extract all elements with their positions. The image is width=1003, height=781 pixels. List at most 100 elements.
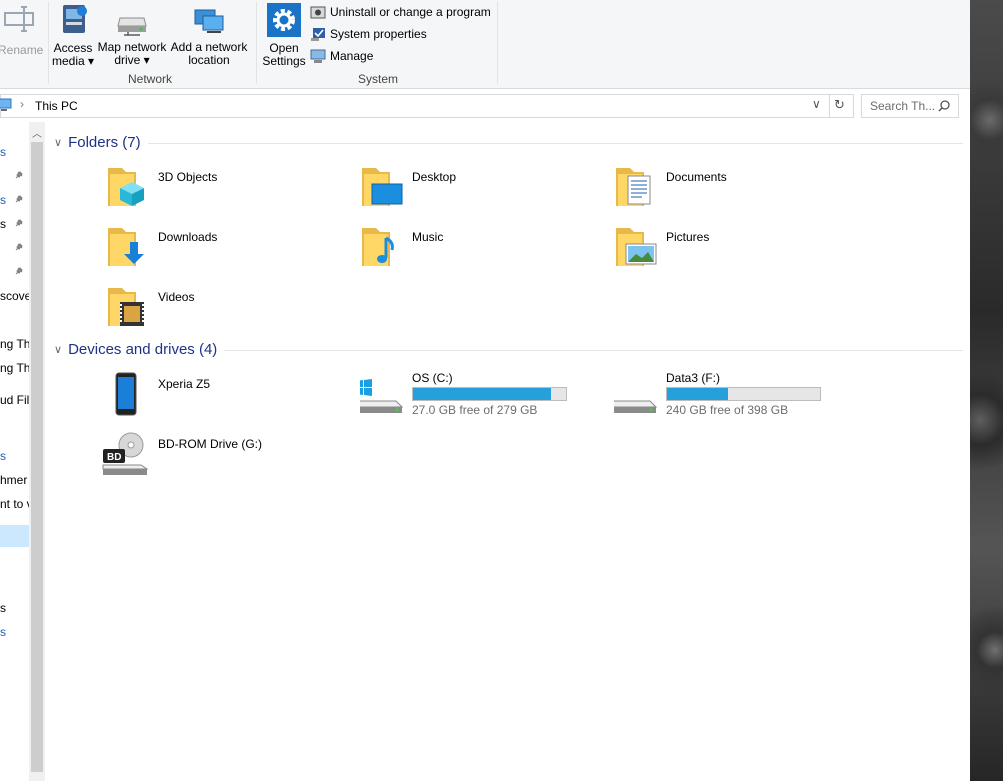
3d-objects-folder-icon: [108, 168, 144, 206]
file-explorer-window: Rename Access media ▾ Map network drive …: [0, 0, 970, 781]
access-media-button[interactable]: Access media ▾: [50, 3, 96, 68]
folder-name: 3D Objects: [158, 170, 218, 184]
drive-name: BD-ROM Drive (G:): [158, 437, 262, 451]
devices-header-text: Devices and drives (4): [68, 341, 218, 358]
nav-scrollbar-thumb[interactable]: [31, 142, 43, 772]
nav-item[interactable]: s: [0, 601, 6, 615]
chevron-down-icon[interactable]: ∨: [54, 343, 62, 356]
folders-header-text: Folders (7): [68, 134, 141, 151]
nav-item[interactable]: s: [0, 145, 6, 159]
uninstall-program-button[interactable]: Uninstall or change a program: [310, 2, 491, 22]
desktop-background: [970, 0, 1003, 781]
drive-name: OS (C:): [412, 371, 453, 385]
search-icon[interactable]: [938, 100, 950, 112]
nav-scrollbar[interactable]: ︿: [29, 122, 45, 781]
access-media-label-2: media ▾: [51, 54, 95, 68]
uninstall-label: Uninstall or change a program: [330, 5, 491, 19]
drive-free-space: 27.0 GB free of 279 GB: [412, 403, 538, 417]
rename-label: Rename: [0, 43, 44, 57]
nav-item[interactable]: ud Fil: [0, 393, 29, 407]
nav-item[interactable]: s: [0, 193, 6, 207]
pin-icon[interactable]: [14, 194, 24, 204]
folder-name: Music: [412, 230, 444, 244]
nav-item[interactable]: s: [0, 449, 6, 463]
device-name: Xperia Z5: [158, 377, 211, 391]
ribbon: Rename Access media ▾ Map network drive …: [0, 0, 970, 89]
phone-icon: [115, 372, 137, 416]
folder-name: Pictures: [666, 230, 710, 244]
refresh-icon[interactable]: ↻: [834, 97, 845, 113]
search-input[interactable]: Search Th...: [870, 99, 935, 113]
address-divider: [829, 95, 830, 117]
manage-button[interactable]: Manage: [310, 46, 373, 66]
chevron-down-icon[interactable]: ∨: [54, 136, 62, 149]
open-settings-button[interactable]: Open Settings: [260, 3, 308, 68]
folder-videos[interactable]: Videos: [106, 284, 346, 338]
nav-item-selected-this-pc[interactable]: [0, 525, 30, 547]
folder-documents[interactable]: Documents: [614, 164, 854, 218]
pin-icon[interactable]: [14, 266, 24, 276]
system-properties-button[interactable]: System properties: [310, 24, 427, 44]
uninstall-icon: [310, 6, 326, 19]
breadcrumb-this-pc[interactable]: This PC: [35, 99, 78, 113]
bd-rom-drive-icon: BD: [102, 432, 149, 475]
section-divider: [148, 143, 963, 144]
folder-3d-objects[interactable]: 3D Objects: [106, 164, 346, 218]
ribbon-separator: [256, 2, 257, 84]
rename-button[interactable]: Rename: [0, 3, 44, 57]
pin-icon[interactable]: [14, 170, 24, 180]
videos-folder-icon: [108, 288, 144, 326]
drive-usage-bar: [412, 387, 567, 401]
nav-item[interactable]: scove: [0, 289, 30, 303]
folder-downloads[interactable]: Downloads: [106, 224, 346, 278]
documents-folder-icon: [616, 168, 651, 206]
folder-music[interactable]: Music: [360, 224, 600, 278]
nav-item[interactable]: hmer: [0, 473, 27, 487]
ribbon-separator: [48, 2, 49, 84]
rename-icon: [4, 6, 34, 32]
folder-pictures[interactable]: Pictures: [614, 224, 854, 278]
address-bar[interactable]: › This PC ∨ ↻: [0, 94, 854, 118]
network-drive-icon: [117, 17, 147, 36]
computer-management-icon: [310, 49, 326, 63]
drive-bd-rom-g[interactable]: BD BD-ROM Drive (G:): [102, 431, 342, 485]
desktop-folder-icon: [362, 168, 403, 206]
devices-section-header[interactable]: ∨ Devices and drives (4): [54, 341, 217, 358]
content-pane: ∨ Folders (7) 3D Objects Desktop Documen…: [46, 122, 970, 781]
drive-usage-fill: [413, 388, 552, 400]
address-dropdown-icon[interactable]: ∨: [812, 97, 821, 111]
add-network-location-button[interactable]: Add a network location: [170, 8, 248, 67]
this-pc-icon: [0, 98, 12, 111]
drive-os-c[interactable]: OS (C:) 27.0 GB free of 279 GB: [360, 371, 620, 425]
search-box[interactable]: Search Th...: [861, 94, 959, 118]
scroll-up-icon[interactable]: ︿: [32, 125, 42, 140]
svg-text:BD: BD: [107, 452, 121, 463]
nav-item[interactable]: s: [0, 217, 6, 231]
device-xperia-z5[interactable]: Xperia Z5: [106, 371, 346, 425]
manage-label: Manage: [330, 49, 374, 63]
folder-name: Desktop: [412, 170, 457, 184]
add-network-label-2: location: [188, 53, 230, 67]
nav-item[interactable]: s: [0, 625, 6, 639]
pictures-folder-icon: [616, 228, 657, 266]
drive-name: Data3 (F:): [666, 371, 721, 385]
folders-section-header[interactable]: ∨ Folders (7): [54, 134, 141, 151]
map-network-drive-button[interactable]: Map network drive ▾: [96, 10, 168, 67]
access-media-icon: [63, 5, 87, 33]
music-folder-icon: [362, 228, 394, 266]
nav-item[interactable]: ng Th: [0, 337, 30, 351]
nav-item[interactable]: ng Th: [0, 361, 30, 375]
downloads-folder-icon: [108, 228, 144, 266]
open-settings-label-2: Settings: [262, 54, 306, 68]
ribbon-separator: [497, 2, 498, 84]
drive-free-space: 240 GB free of 398 GB: [666, 403, 789, 417]
pin-icon[interactable]: [14, 242, 24, 252]
pin-icon[interactable]: [14, 218, 24, 228]
folder-desktop[interactable]: Desktop: [360, 164, 600, 218]
drive-data3-f[interactable]: Data3 (F:) 240 GB free of 398 GB: [614, 371, 874, 425]
breadcrumb-chevron-icon[interactable]: ›: [20, 97, 24, 111]
folder-name: Downloads: [158, 230, 218, 244]
drive-usage-fill: [667, 388, 728, 400]
nav-item[interactable]: nt to v: [0, 497, 30, 511]
folder-name: Videos: [158, 290, 195, 304]
